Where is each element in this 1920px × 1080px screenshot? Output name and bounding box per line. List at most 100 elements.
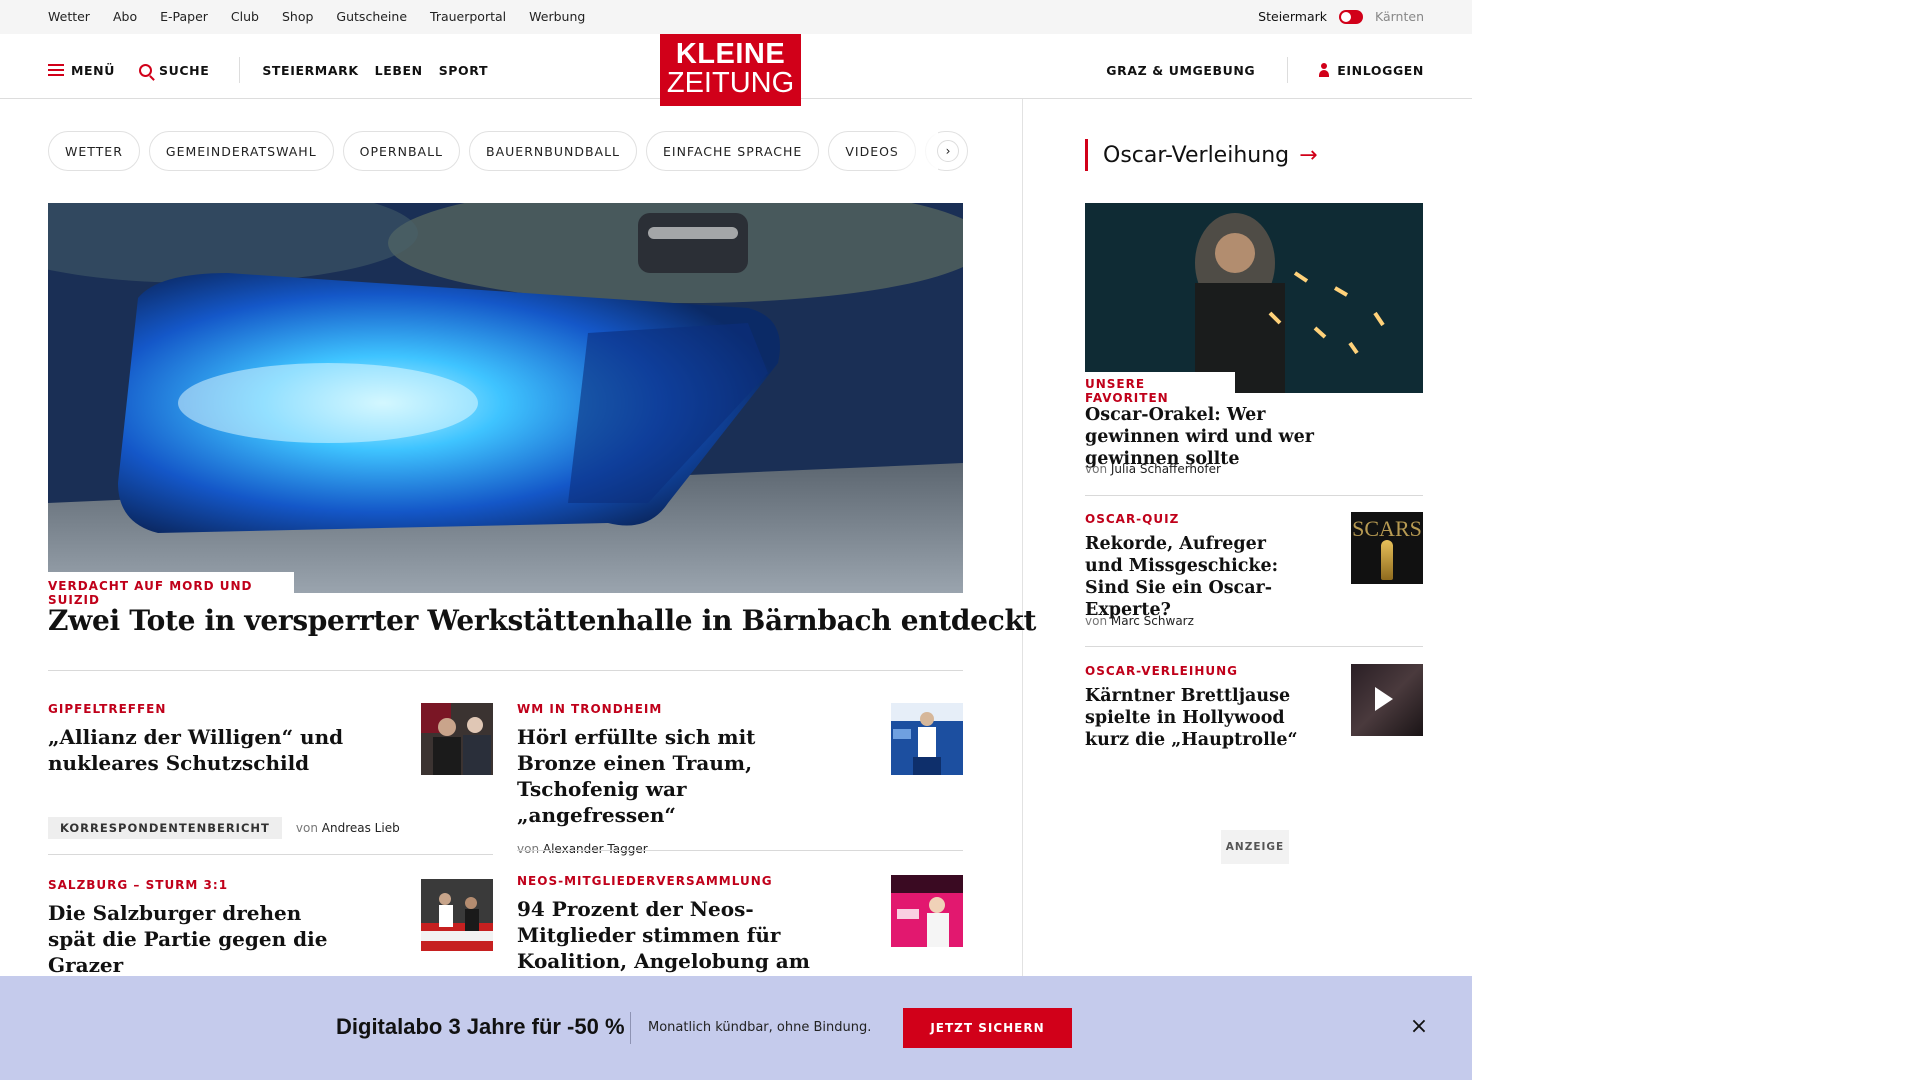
column-divider (1022, 99, 1023, 979)
tag-bauernbundball[interactable]: BAUERNBUNDBALL (469, 131, 637, 171)
sidebar-main-kicker: UNSERE FAVORITEN (1085, 372, 1235, 408)
header-divider (239, 57, 241, 83)
sidebar-heading[interactable]: Oscar-Verleihung → (1085, 139, 1318, 171)
article-title[interactable]: Die Salzburger drehen spät die Partie ge… (48, 900, 348, 978)
utility-links: Wetter Abo E-Paper Club Shop Gutscheine … (48, 9, 585, 24)
tag-einfache-sprache[interactable]: EINFACHE SPRACHE (646, 131, 820, 171)
tag-opernball[interactable]: OPERNBALL (342, 131, 461, 171)
sidebar-heading-label: Oscar-Verleihung (1103, 142, 1290, 168)
article-thumbnail[interactable] (891, 703, 963, 775)
byline-author[interactable]: Julia Schafferhofer (1111, 462, 1221, 476)
article-card: GIPFELTREFFEN „Allianz der Willigen“ und… (48, 702, 388, 776)
police-light-image (48, 203, 963, 593)
sidebar-item-byline: von Marc Schwarz (1085, 614, 1194, 628)
chevron-right-icon: › (945, 144, 951, 158)
logo-line-1: KLEINE (675, 38, 786, 70)
sidebar-item-thumbnail[interactable]: SCARS (1351, 512, 1423, 584)
sidebar-video-thumbnail[interactable] (1351, 664, 1423, 736)
close-icon[interactable]: × (1408, 1016, 1430, 1038)
user-icon (1318, 63, 1330, 77)
utility-link-club[interactable]: Club (231, 9, 259, 24)
header-divider-right (1287, 57, 1289, 83)
login-label: EINLOGGEN (1337, 62, 1424, 78)
article-title[interactable]: „Allianz der Willigen“ und nukleares Sch… (48, 724, 388, 776)
play-icon (1375, 687, 1393, 711)
neos-photo (891, 875, 963, 947)
region-kaernten[interactable]: Kärnten (1375, 9, 1424, 24)
oscars-thumb-text: SCARS (1352, 516, 1422, 541)
region-toggle[interactable] (1339, 9, 1363, 24)
promo-cta-button[interactable]: JETZT SICHERN (903, 1008, 1072, 1048)
article-kicker: GIPFELTREFFEN (48, 702, 167, 716)
utility-link-trauerportal[interactable]: Trauerportal (430, 9, 506, 24)
subscription-promo-bar: Digitalabo 3 Jahre für -50 % Monatlich k… (0, 976, 1472, 1080)
byline-author[interactable]: Alexander Tagger (543, 842, 648, 856)
hero-title[interactable]: Zwei Tote in versperrter Werkstättenhall… (48, 604, 1036, 637)
site-logo[interactable]: KLEINE ZEITUNG (660, 34, 801, 106)
utility-link-gutscheine[interactable]: Gutscheine (336, 9, 407, 24)
menu-button[interactable]: MENÜ (48, 63, 115, 78)
byline-prefix: von (517, 842, 540, 856)
divider (1085, 646, 1423, 647)
football-photo (421, 879, 493, 951)
nav-sport[interactable]: SPORT (439, 63, 488, 78)
tag-gemeinderatswahl[interactable]: GEMEINDERATSWAHL (148, 131, 334, 171)
article-thumbnail[interactable] (421, 879, 493, 951)
tag-wetter[interactable]: WETTER (48, 131, 140, 171)
nav-steiermark[interactable]: STEIERMARK (262, 63, 358, 78)
promo-subtitle: Monatlich kündbar, ohne Bindung. (648, 1020, 872, 1035)
tags-scroll-right-button[interactable]: › (937, 140, 959, 162)
utility-link-wetter[interactable]: Wetter (48, 9, 90, 24)
article-thumbnail[interactable] (421, 703, 493, 775)
sidebar-item-title[interactable]: Kärntner Brettljause spielte in Hollywoo… (1085, 685, 1300, 751)
search-button[interactable]: SUCHE (139, 63, 209, 78)
utility-link-shop[interactable]: Shop (282, 9, 313, 24)
promo-title: Digitalabo 3 Jahre für -50 % (336, 1014, 625, 1039)
oscar-statue-icon (1381, 540, 1393, 580)
utility-link-werbung[interactable]: Werbung (529, 9, 585, 24)
divider (1085, 495, 1423, 496)
hero-image[interactable] (48, 203, 963, 593)
hamburger-icon (48, 64, 64, 76)
nav-leben[interactable]: LEBEN (375, 63, 423, 78)
byline-prefix: von (295, 821, 318, 835)
article-byline: von Alexander Tagger (517, 842, 817, 856)
article-title[interactable]: Hörl erfüllte sich mit Bronze einen Trau… (517, 724, 817, 828)
header-nav-right: GRAZ & UMGEBUNG EINLOGGEN (1106, 57, 1424, 83)
sidebar-main-image[interactable] (1085, 203, 1423, 393)
search-icon (139, 63, 152, 77)
utility-link-abo[interactable]: Abo (113, 9, 137, 24)
sidebar-main-byline: von Julia Schafferhofer (1085, 462, 1221, 476)
article-card: SALZBURG – STURM 3:1 Die Salzburger dreh… (48, 878, 348, 978)
byline-prefix: von (1085, 462, 1108, 476)
page: Wetter Abo E-Paper Club Shop Gutscheine … (0, 0, 1472, 1080)
sidebar-item-kicker: OSCAR-QUIZ (1085, 512, 1180, 526)
promo-divider (630, 1012, 631, 1044)
sidebar-item-title[interactable]: Rekorde, Aufreger und Missgeschicke: Sin… (1085, 533, 1300, 621)
region-steiermark[interactable]: Steiermark (1258, 9, 1327, 24)
main-header: MENÜ SUCHE STEIERMARK LEBEN SPORT KLEINE… (0, 34, 1472, 106)
article-kicker: NEOS-MITGLIEDERVERSAMMLUNG (517, 874, 773, 888)
divider (48, 854, 493, 855)
summit-photo (421, 703, 493, 775)
article-card: WM IN TRONDHEIM Hörl erfüllte sich mit B… (517, 702, 817, 856)
region-switch: Steiermark Kärnten (1258, 9, 1424, 24)
article-thumbnail[interactable] (891, 875, 963, 947)
ad-label: ANZEIGE (1221, 830, 1289, 864)
byline-author[interactable]: Marc Schwarz (1111, 614, 1194, 628)
login-button[interactable]: EINLOGGEN (1318, 63, 1424, 78)
article-kicker: SALZBURG – STURM 3:1 (48, 878, 229, 892)
utility-bar: Wetter Abo E-Paper Club Shop Gutscheine … (0, 0, 1472, 34)
region-link[interactable]: GRAZ & UMGEBUNG (1106, 63, 1255, 78)
article-byline: von Andreas Lieb (296, 821, 400, 835)
search-label: SUCHE (159, 62, 210, 78)
divider (48, 670, 963, 671)
empty-viewport-area (1472, 0, 1920, 1080)
article-kicker: WM IN TRONDHEIM (517, 702, 663, 716)
byline-author[interactable]: Andreas Lieb (322, 821, 400, 835)
utility-link-epaper[interactable]: E-Paper (160, 9, 208, 24)
ski-jumper-photo (891, 703, 963, 775)
header-nav-left: MENÜ SUCHE STEIERMARK LEBEN SPORT (48, 57, 488, 83)
article-pill: KORRESPONDENTENBERICHT (48, 817, 282, 839)
sidebar-main-title[interactable]: Oscar-Orakel: Wer gewinnen wird und wer … (1085, 404, 1345, 470)
